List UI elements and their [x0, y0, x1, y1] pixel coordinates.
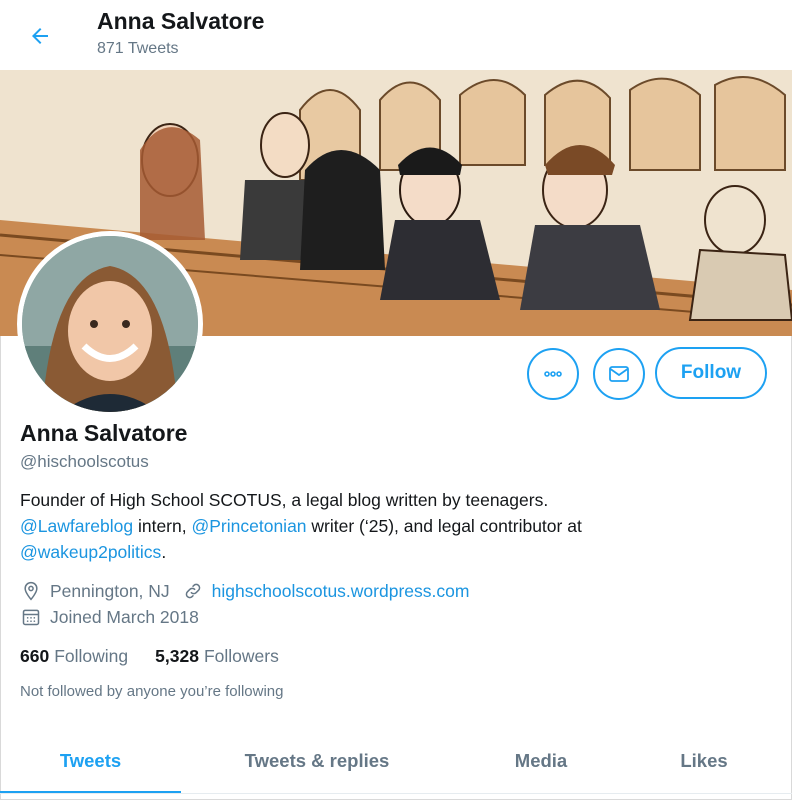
bio-text: Founder of High School SCOTUS, a legal b… [20, 490, 549, 510]
message-button[interactable] [593, 348, 645, 400]
tab-likes[interactable]: Likes [629, 728, 779, 794]
joined-text: Joined March 2018 [50, 606, 199, 627]
bio-text: writer (‘25), and legal contributor at [306, 516, 582, 536]
mention-princetonian-link[interactable]: @Princetonian [191, 516, 306, 536]
header-tweet-count: 871 Tweets [97, 40, 179, 57]
following-count: 660 [20, 646, 50, 666]
bio-text: . [161, 542, 167, 562]
tabs-divider [0, 793, 792, 794]
mention-lawfareblog-link[interactable]: @Lawfareblog [20, 516, 133, 536]
calendar-icon [20, 606, 42, 628]
follow-button[interactable]: Follow [655, 347, 767, 399]
location-row: Pennington, NJ highschoolscotus.wordpres… [20, 579, 469, 603]
top-bar: Anna Salvatore 871 Tweets [0, 0, 792, 70]
avatar-photo [22, 236, 198, 412]
location-text: Pennington, NJ [50, 580, 170, 601]
followers-stat[interactable]: 5,328 Followers [155, 646, 279, 667]
tab-media[interactable]: Media [453, 728, 629, 794]
follow-stats: 660 Following 5,328 Followers [20, 646, 306, 667]
website-link[interactable]: highschoolscotus.wordpress.com [212, 581, 470, 602]
tab-tweets[interactable]: Tweets [0, 728, 181, 794]
arrow-left-icon [32, 28, 48, 44]
followers-count: 5,328 [155, 646, 199, 666]
following-label: Following [54, 646, 129, 666]
more-dots-icon [544, 371, 562, 377]
envelope-icon [609, 366, 629, 382]
profile-bio: Founder of High School SCOTUS, a legal b… [20, 487, 760, 565]
more-options-button[interactable] [527, 348, 579, 400]
link-icon [182, 580, 204, 602]
profile-avatar[interactable] [17, 231, 203, 417]
back-button[interactable] [22, 18, 58, 54]
following-stat[interactable]: 660 Following [20, 646, 128, 667]
tab-tweets-and-replies[interactable]: Tweets & replies [181, 728, 453, 794]
mention-wakeup2politics-link[interactable]: @wakeup2politics [20, 542, 161, 562]
location-pin-icon [20, 580, 42, 602]
not-followed-note: Not followed by anyone you’re following [20, 683, 284, 700]
profile-name: Anna Salvatore [20, 420, 188, 446]
profile-tabs: Tweets Tweets & replies Media Likes [0, 728, 792, 794]
profile-handle: @hischoolscotus [20, 452, 149, 471]
bio-text: intern, [133, 516, 192, 536]
header-name: Anna Salvatore [97, 8, 265, 34]
followers-label: Followers [203, 646, 279, 666]
joined-row: Joined March 2018 [20, 605, 199, 629]
